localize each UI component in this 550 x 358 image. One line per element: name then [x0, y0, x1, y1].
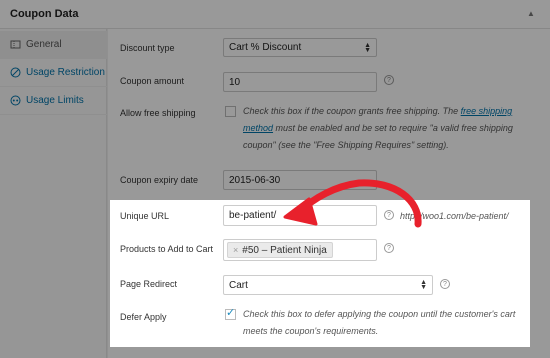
annotation-arrow-icon [283, 179, 422, 228]
